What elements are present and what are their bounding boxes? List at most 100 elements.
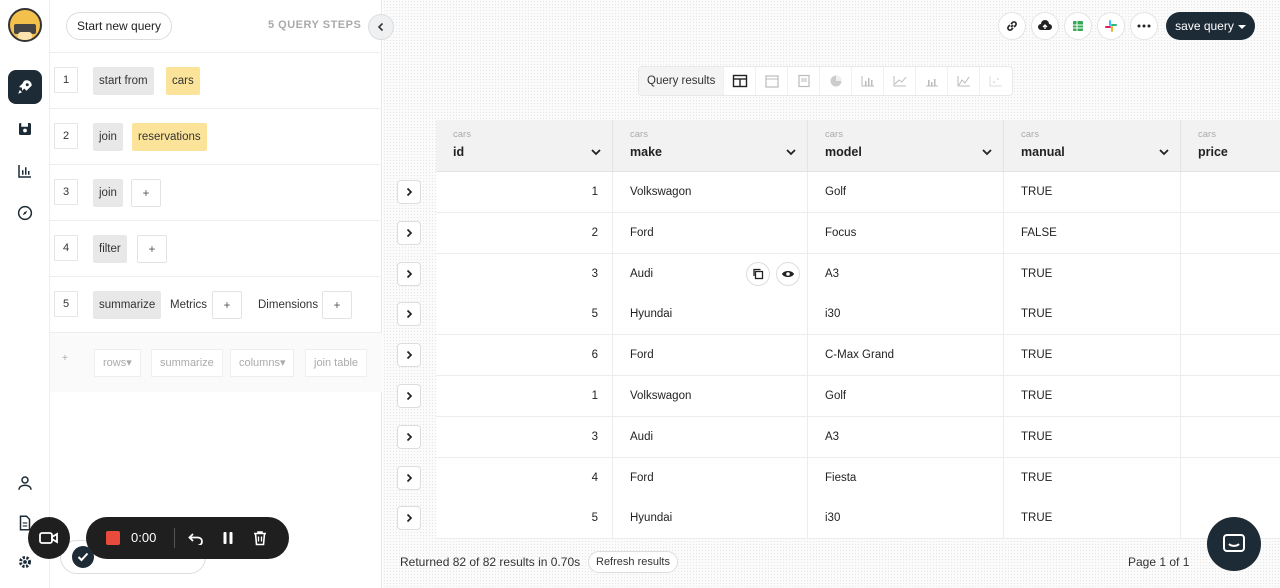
query-step-2: 2 join reservations [50, 108, 382, 164]
step-number: 1 [54, 67, 78, 93]
copy-icon[interactable] [746, 261, 770, 286]
scatter-icon[interactable] [980, 67, 1012, 95]
cell-make: Hyundai [613, 294, 808, 336]
row-expand-button[interactable] [397, 180, 421, 204]
trash-icon[interactable] [250, 528, 270, 548]
cloud-upload-icon[interactable] [1031, 12, 1059, 40]
cell-make: Hyundai [613, 498, 808, 540]
divider [174, 528, 175, 548]
cell-price [1181, 213, 1280, 254]
step-number: 4 [54, 235, 78, 261]
area-chart-icon[interactable] [948, 67, 981, 95]
query-results-tab[interactable]: Query results [639, 67, 725, 95]
compass-icon[interactable] [8, 196, 42, 230]
add-summarize-option[interactable]: summarize [151, 349, 223, 377]
step-action-chip[interactable]: join [93, 123, 123, 151]
recording-timer: 0:00 [131, 530, 157, 545]
step-table-chip[interactable]: reservations [132, 123, 207, 151]
link-icon[interactable] [998, 12, 1026, 40]
row-expand-button[interactable] [397, 302, 421, 327]
slack-icon[interactable] [1097, 12, 1125, 40]
line-chart-icon[interactable] [884, 67, 917, 95]
step-action-chip[interactable]: join [93, 179, 123, 207]
cell-price [1181, 172, 1280, 213]
cell-model: Focus [808, 212, 1004, 254]
table-icon[interactable] [724, 67, 757, 95]
column-header-make[interactable]: cars make [613, 120, 808, 172]
step-number: 5 [54, 291, 78, 317]
start-new-query-button[interactable]: Start new query [66, 12, 173, 40]
cell-manual: TRUE [1004, 457, 1181, 499]
chat-launcher-button[interactable] [1207, 517, 1261, 571]
column-header-model[interactable]: cars model [808, 120, 1004, 172]
column-name: id [453, 145, 465, 159]
pie-chart-icon[interactable] [820, 67, 853, 95]
add-join-button[interactable]: + [131, 179, 161, 207]
step-action-chip[interactable]: filter [93, 235, 127, 263]
query-step-1: 1 start from cars [50, 52, 382, 108]
step-table-chip[interactable]: cars [166, 67, 200, 95]
table-row[interactable]: 5 Hyundai i30 TRUE [436, 498, 1280, 540]
card-icon[interactable] [788, 67, 821, 95]
query-step-4: 4 filter + [50, 220, 382, 276]
more-icon[interactable] [1130, 12, 1158, 40]
add-columns-option[interactable]: columns▾ [230, 349, 295, 377]
add-join-table-option[interactable]: join table [305, 349, 368, 377]
cell-manual: TRUE [1004, 498, 1181, 540]
collapse-panel-button[interactable] [368, 14, 394, 40]
chevron-right-icon [406, 473, 413, 482]
save-query-button[interactable]: save query [1166, 12, 1255, 40]
step-action-chip[interactable]: summarize [93, 291, 162, 319]
cell-manual: TRUE [1004, 253, 1181, 295]
column-header-id[interactable]: cars id [436, 120, 613, 172]
chart-icon[interactable] [8, 154, 42, 188]
row-expand-button[interactable] [397, 343, 421, 368]
table-row[interactable]: 6 Ford C-Max Grand TRUE [436, 335, 1280, 377]
rocket-icon[interactable] [8, 70, 42, 104]
row-expand-button[interactable] [397, 220, 421, 245]
column-header-manual[interactable]: cars manual [1004, 120, 1181, 172]
calendar-icon[interactable] [756, 67, 789, 95]
row-expand-button[interactable] [397, 506, 421, 531]
pause-icon[interactable] [218, 528, 238, 548]
icon-rail [0, 0, 50, 588]
save-icon[interactable] [8, 112, 42, 146]
table-row[interactable]: 5 Hyundai i30 TRUE [436, 294, 1280, 336]
save-query-label: save query [1175, 19, 1234, 33]
cell-id: 3 [436, 253, 613, 295]
cell-manual: TRUE [1004, 335, 1181, 377]
add-rows-option[interactable]: rows▾ [94, 349, 141, 377]
query-step-3: 3 join + [50, 164, 382, 220]
table-row[interactable]: 1 Volkswagon Golf TRUE [436, 172, 1280, 213]
app-logo[interactable] [8, 8, 42, 42]
add-metric-button[interactable]: + [212, 291, 242, 319]
check-icon[interactable] [72, 546, 94, 568]
column-header-price[interactable]: cars price [1181, 120, 1280, 172]
step-action-chip[interactable]: start from [93, 67, 154, 95]
view-switcher: Query results [638, 66, 1014, 96]
refresh-results-button[interactable]: Refresh results [588, 551, 678, 573]
column-chart-icon[interactable] [916, 67, 949, 95]
table-row[interactable]: 3 Audi A3 TRUE [436, 253, 1280, 295]
table-row[interactable]: 2 Ford Focus FALSE [436, 212, 1280, 254]
user-icon[interactable] [8, 466, 42, 500]
camera-toggle-button[interactable] [28, 517, 70, 559]
row-expand-button[interactable] [397, 384, 421, 408]
add-filter-button[interactable]: + [137, 235, 167, 263]
row-expand-button[interactable] [397, 261, 421, 286]
add-dimension-button[interactable]: + [322, 291, 352, 319]
bar-chart-icon[interactable] [852, 67, 885, 95]
add-step-row: + rows▾ summarize columns▾ join table [50, 332, 382, 392]
cell-make: Ford [613, 457, 808, 499]
sheets-icon[interactable] [1064, 12, 1092, 40]
row-expand-button[interactable] [397, 424, 421, 449]
table-row[interactable]: 3 Audi A3 TRUE [436, 416, 1280, 458]
cell-id: 3 [436, 416, 613, 458]
row-expand-button[interactable] [397, 465, 421, 490]
table-row[interactable]: 1 Volkswagon Golf TRUE [436, 376, 1280, 417]
add-step-plus[interactable]: + [62, 353, 68, 364]
eye-icon[interactable] [776, 261, 800, 286]
undo-icon[interactable] [186, 528, 206, 548]
stop-recording-button[interactable] [106, 531, 120, 545]
table-row[interactable]: 4 Ford Fiesta TRUE [436, 457, 1280, 499]
